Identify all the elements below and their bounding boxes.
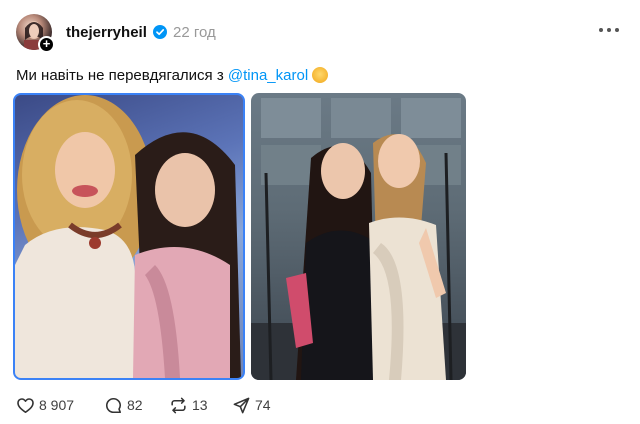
repost-icon <box>171 397 186 413</box>
share-count: 74 <box>255 397 271 413</box>
post-caption: Ми навіть не перевдягалися з @tina_karol <box>16 67 329 84</box>
verified-badge-icon <box>153 25 167 39</box>
post-timestamp: 22 год <box>173 24 216 41</box>
caption-text: Ми навіть не перевдягалися з <box>16 67 228 84</box>
media-image-vintage[interactable] <box>13 93 245 380</box>
comment-icon <box>105 397 122 413</box>
mention-link[interactable]: @tina_karol <box>228 67 308 84</box>
share-button[interactable]: 74 <box>232 394 271 416</box>
reply-count: 82 <box>127 397 143 413</box>
like-button[interactable]: 8 907 <box>16 394 74 416</box>
heart-icon <box>17 397 34 413</box>
reply-button[interactable]: 82 <box>104 394 143 416</box>
repost-button[interactable]: 13 <box>169 394 208 416</box>
face-with-hand-over-mouth-emoji-icon <box>312 67 329 83</box>
more-options-icon[interactable] <box>598 26 620 34</box>
media-image-studio[interactable] <box>251 93 466 380</box>
like-count: 8 907 <box>39 397 75 413</box>
follow-plus-icon[interactable]: + <box>38 36 55 53</box>
post-actions: 8 907 82 13 74 <box>16 394 316 416</box>
repost-count: 13 <box>192 397 208 413</box>
username[interactable]: thejerryheil <box>66 24 147 41</box>
share-icon <box>233 397 250 413</box>
